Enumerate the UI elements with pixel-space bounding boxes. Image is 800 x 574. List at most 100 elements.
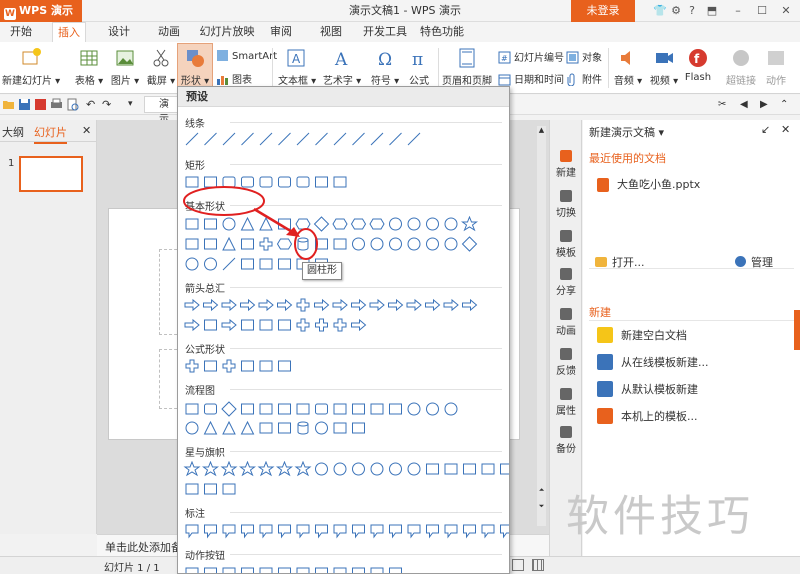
recent-file-item[interactable]: 大鱼吃小鱼.pptx — [597, 176, 700, 192]
screenshot-button[interactable]: 截屏 ▾ — [144, 47, 178, 87]
new-slide-button[interactable]: 新建幻灯片 ▾ — [2, 47, 60, 87]
nav-back-icon[interactable]: ◀ — [740, 98, 753, 111]
pin-icon[interactable]: ✂ — [718, 98, 731, 111]
sidebar-item-animation[interactable]: 动画 — [550, 308, 582, 337]
restore-view-icon[interactable]: ⬒ — [704, 3, 720, 19]
tab-slideshow[interactable]: 幻灯片放映 — [196, 22, 258, 42]
action-button[interactable]: 动作 — [762, 47, 790, 87]
slide-panel: 大纲 幻灯片 ✕ 1 — [0, 120, 97, 534]
hyperlink-button[interactable]: 超链接 — [722, 47, 760, 87]
sidebar-item-properties[interactable]: 属性 — [550, 388, 582, 417]
skin-icon[interactable]: 👕 — [652, 3, 668, 19]
customize-quick-access-icon[interactable]: ▾ — [128, 98, 141, 111]
wordart-button[interactable]: A 艺术字 ▾ — [322, 47, 362, 87]
smartart-button[interactable]: SmartArt — [216, 49, 277, 62]
settings-icon[interactable]: ⚙ — [668, 3, 684, 19]
folder-icon — [595, 257, 607, 267]
open-folder-icon[interactable] — [2, 98, 15, 111]
window-title: 演示文稿1 - WPS 演示 — [349, 4, 461, 17]
default-template-button[interactable]: 从默认模板新建 — [597, 381, 698, 397]
sidebar-item-template[interactable]: 模板 — [550, 230, 582, 259]
open-button[interactable]: 打开... — [595, 254, 645, 270]
dock-icon[interactable]: ↙ — [761, 123, 770, 136]
sidebar-item-backup[interactable]: 备份 — [550, 426, 582, 455]
calendar-icon — [498, 74, 511, 86]
nav-forward-icon[interactable]: ▶ — [760, 98, 773, 111]
print-preview-icon[interactable] — [66, 98, 79, 111]
picture-button[interactable]: 图片 ▾ — [108, 47, 142, 87]
formula-button[interactable]: π 公式 — [402, 47, 436, 87]
online-template-icon — [597, 354, 613, 370]
tab-outline[interactable]: 大纲 — [2, 124, 24, 140]
paperclip-icon — [567, 73, 575, 86]
pane-scroll-indicator[interactable] — [794, 310, 800, 350]
print-icon[interactable] — [50, 98, 63, 111]
header-footer-label: 页眉和页脚 — [442, 76, 492, 87]
slide-thumbnail[interactable] — [19, 156, 83, 192]
tab-developer[interactable]: 开发工具 — [362, 22, 408, 42]
textbox-button[interactable]: A 文本框 ▾ — [278, 47, 316, 87]
default-template-icon — [597, 381, 613, 397]
tab-insert[interactable]: 插入 — [52, 22, 86, 42]
online-template-button[interactable]: 从在线模板新建... — [597, 354, 709, 370]
flash-button[interactable]: f Flash — [682, 47, 714, 83]
sidebar-item-feedback[interactable]: 反馈 — [550, 348, 582, 377]
shape-button[interactable]: 形状 ▾ — [177, 43, 213, 89]
export-icon[interactable] — [34, 98, 47, 111]
smartart-label: SmartArt — [232, 51, 278, 62]
normal-view-icon[interactable] — [512, 559, 524, 571]
sidebar-item-new[interactable]: 新建 — [550, 150, 582, 179]
watermark-text: 软件技巧 — [566, 492, 754, 542]
slide-number-button[interactable]: # 幻灯片编号 — [498, 49, 564, 64]
tab-review[interactable]: 审阅 — [264, 22, 298, 42]
redo-icon[interactable]: ↷ — [102, 98, 115, 111]
header-footer-button[interactable]: 页眉和页脚 — [440, 47, 494, 87]
datetime-button[interactable]: 日期和时间 — [498, 71, 564, 86]
sidebar-item-transition[interactable]: 切换 — [550, 190, 582, 219]
task-pane-title[interactable]: 新建演示文稿 ▾ — [589, 124, 664, 140]
close-pane-icon[interactable]: ✕ — [781, 123, 790, 136]
tab-slides[interactable]: 幻灯片 — [34, 124, 67, 144]
save-icon[interactable] — [18, 98, 31, 111]
new-blank-button[interactable]: 新建空白文档 — [597, 327, 687, 343]
local-template-button[interactable]: 本机上的模板... — [597, 408, 698, 424]
table-button[interactable]: 表格 ▾ — [72, 47, 106, 87]
collapse-ribbon-icon[interactable]: ⌃ — [780, 98, 793, 111]
chart-button[interactable]: 图表 — [216, 71, 252, 86]
minimize-icon[interactable]: – — [730, 3, 746, 19]
tab-design[interactable]: 设计 — [102, 22, 136, 42]
tab-animation[interactable]: 动画 — [152, 22, 186, 42]
document-tab[interactable]: 演示 — [144, 96, 178, 125]
slide-sorter-icon[interactable] — [532, 559, 544, 571]
speaker-icon — [621, 51, 630, 65]
tab-view[interactable]: 视图 — [314, 22, 348, 42]
tab-features[interactable]: 特色功能 — [418, 22, 466, 42]
sidebar-item-label: 备份 — [556, 444, 576, 455]
symbol-button[interactable]: Ω 符号 ▾ — [368, 47, 402, 87]
object-button[interactable]: 对象 — [566, 49, 602, 64]
help-icon[interactable]: ? — [684, 3, 700, 19]
svg-text:Ω: Ω — [378, 50, 392, 69]
pi-icon: π — [412, 50, 423, 69]
manage-button[interactable]: 管理 — [735, 254, 773, 270]
undo-icon[interactable]: ↶ — [86, 98, 99, 111]
local-template-label: 本机上的模板... — [621, 410, 698, 423]
scroll-page-down-icon[interactable]: ⏷ — [537, 502, 546, 512]
maximize-icon[interactable]: ☐ — [754, 3, 770, 19]
header-footer-icon — [459, 48, 475, 68]
svg-text:A: A — [292, 52, 301, 66]
tab-home[interactable]: 开始 — [4, 22, 38, 42]
formula-label: 公式 — [409, 76, 429, 87]
attachment-button[interactable]: 附件 — [566, 71, 602, 86]
vertical-scrollbar[interactable]: ▲ ⏶ ⏷ — [537, 126, 546, 526]
sidebar-item-share[interactable]: 分享 — [550, 268, 582, 297]
scroll-up-icon[interactable]: ▲ — [537, 126, 546, 136]
app-menu-button[interactable]: WWPS 演示 ▾ — [0, 0, 82, 39]
video-button[interactable]: 视频 ▾ — [648, 47, 680, 87]
slide-number-icon: # — [498, 51, 511, 64]
close-icon[interactable]: ✕ — [778, 3, 794, 19]
close-panel-icon[interactable]: ✕ — [82, 124, 91, 137]
audio-button[interactable]: 音频 ▾ — [612, 47, 644, 87]
login-button[interactable]: 未登录 — [571, 0, 635, 22]
scroll-page-up-icon[interactable]: ⏶ — [537, 486, 546, 496]
